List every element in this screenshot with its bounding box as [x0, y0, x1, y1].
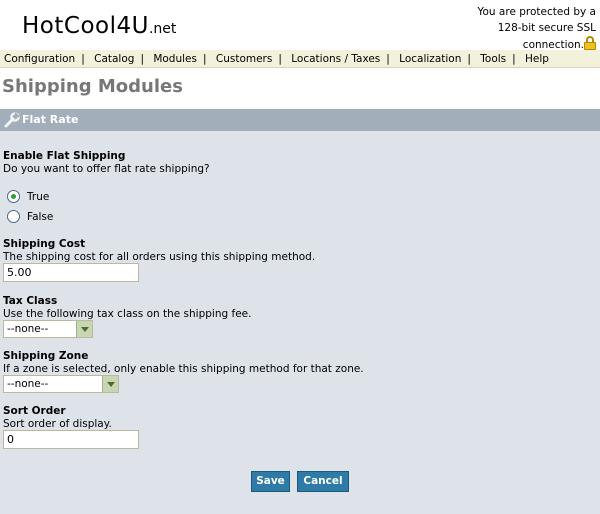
header: HotCool4U.net You are protected by a 128… [0, 0, 600, 53]
radio-true-row[interactable]: True [7, 190, 49, 203]
menu-customers[interactable]: Customers [216, 53, 272, 65]
logo[interactable]: HotCool4U.net [22, 13, 176, 39]
shipping-cost-input[interactable]: 5.00 [3, 263, 139, 282]
sort-order-input[interactable]: 0 [3, 430, 139, 449]
flat-rate-panel: Flat Rate Enable Flat Shipping Do you wa… [0, 109, 600, 514]
lock-icon [584, 36, 596, 50]
wrench-icon [4, 112, 20, 128]
enable-title: Enable Flat Shipping [3, 150, 126, 162]
zone-title: Shipping Zone [3, 350, 89, 362]
radio-true-label: True [27, 190, 50, 203]
menu-separator: | [278, 53, 282, 65]
menu-separator: | [81, 53, 85, 65]
logo-tld: .net [148, 21, 177, 37]
menu-help[interactable]: Help [525, 53, 549, 65]
main-menu: Configuration | Catalog | Modules | Custome… [0, 50, 600, 68]
chevron-down-icon[interactable] [102, 376, 118, 392]
panel-title: Flat Rate [22, 113, 79, 126]
cost-desc: The shipping cost for all orders using t… [3, 251, 316, 263]
shipping-zone-value: --none-- [7, 378, 49, 390]
menu-separator: | [202, 53, 207, 65]
page-title: Shipping Modules [2, 76, 183, 97]
menu-separator: | [512, 53, 516, 65]
menu-separator: | [386, 53, 390, 65]
ssl-notice: You are protected by a 128-bit secure SS… [436, 4, 596, 53]
menu-locations-taxes[interactable]: Locations / Taxes [291, 53, 380, 65]
tax-title: Tax Class [3, 295, 58, 307]
ssl-line-2: 128-bit secure SSL [497, 22, 596, 34]
radio-false-label: False [27, 210, 54, 223]
shipping-zone-select[interactable]: --none-- [3, 375, 119, 393]
sort-desc: Sort order of display. [3, 418, 112, 430]
tax-class-value: --none-- [7, 323, 49, 335]
save-button[interactable]: Save [251, 471, 290, 492]
menu-catalog[interactable]: Catalog [94, 53, 134, 65]
radio-true[interactable] [7, 190, 20, 203]
menu-separator: | [467, 53, 471, 65]
ssl-line-1: You are protected by a [477, 6, 596, 18]
menu-localization[interactable]: Localization [399, 53, 461, 65]
radio-false-row[interactable]: False [7, 210, 53, 223]
zone-desc: If a zone is selected, only enable this … [3, 363, 364, 375]
chevron-down-icon[interactable] [76, 321, 92, 337]
enable-desc: Do you want to offer flat rate shipping? [3, 163, 210, 175]
radio-false[interactable] [7, 210, 20, 223]
logo-main: HotCool4U [22, 13, 149, 39]
cost-title: Shipping Cost [3, 238, 86, 250]
menu-tools[interactable]: Tools [480, 53, 506, 65]
sort-title: Sort Order [3, 405, 66, 417]
menu-configuration[interactable]: Configuration [4, 53, 75, 65]
tax-desc: Use the following tax class on the shipp… [3, 308, 252, 320]
menu-modules[interactable]: Modules [153, 53, 197, 65]
tax-class-select[interactable]: --none-- [3, 320, 93, 338]
panel-header: Flat Rate [0, 109, 600, 131]
cancel-button[interactable]: Cancel [297, 471, 349, 492]
menu-separator: | [140, 53, 144, 65]
